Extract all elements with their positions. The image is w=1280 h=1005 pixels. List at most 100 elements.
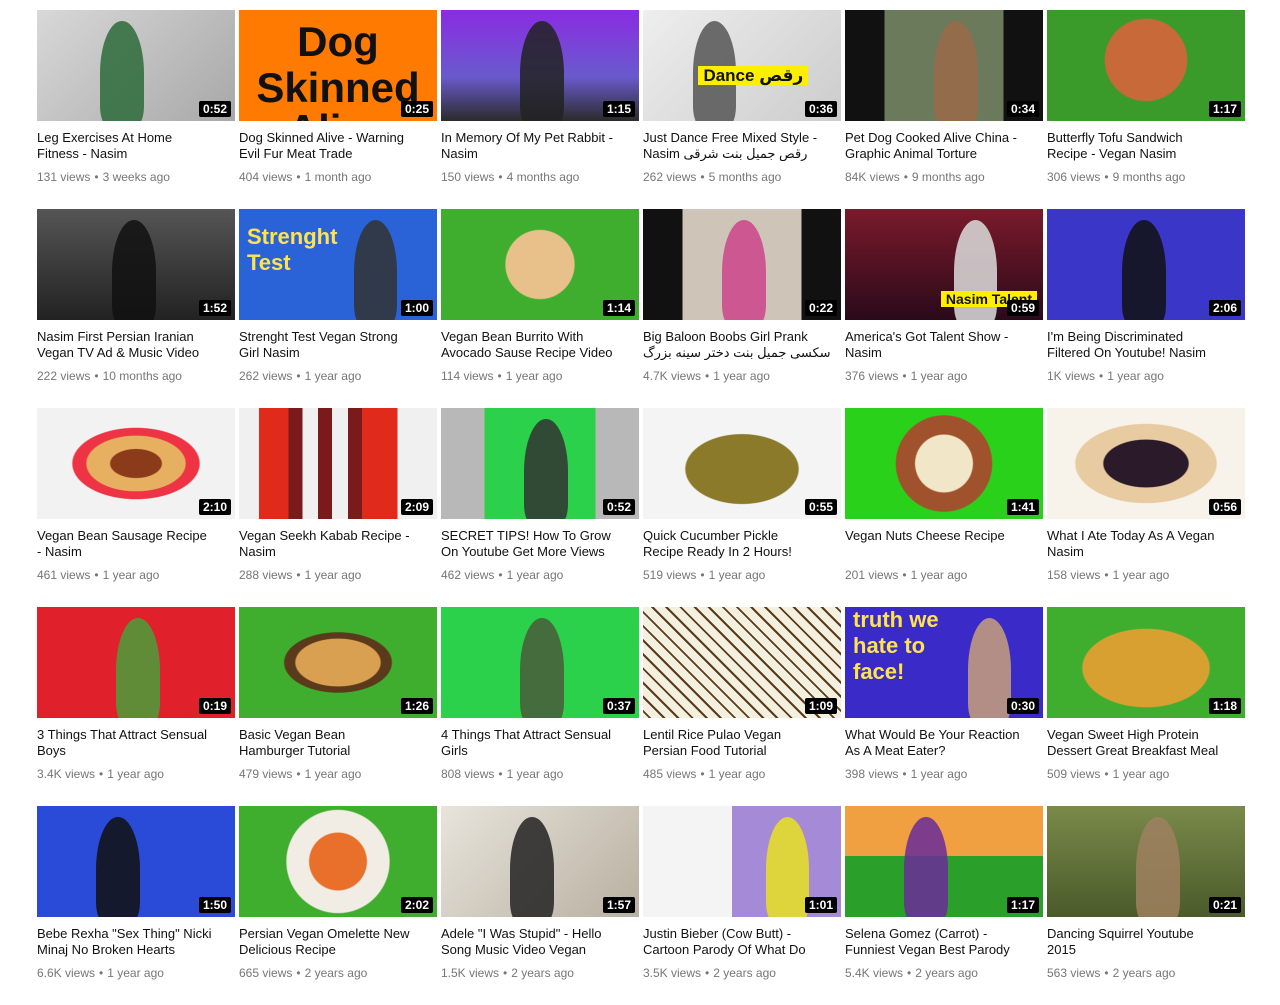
video-thumbnail[interactable]: 2:10 (37, 408, 235, 519)
video-card-7[interactable]: 1:52 Nasim First Persian Iranian Vegan T… (37, 209, 235, 408)
video-title[interactable]: Pet Dog Cooked Alive China - Graphic Ani… (845, 130, 1043, 161)
video-thumbnail[interactable]: truth we hate to face! 0:30 (845, 607, 1043, 718)
video-thumbnail[interactable]: 0:52 (441, 408, 639, 519)
video-card-9[interactable]: 1:14 Vegan Bean Burrito With Avocado Sau… (441, 209, 639, 408)
video-card-26[interactable]: 2:02 Persian Vegan Omelette New Deliciou… (239, 806, 437, 1005)
video-card-20[interactable]: 1:26 Basic Vegan Bean Hamburger Tutorial… (239, 607, 437, 806)
video-thumbnail[interactable]: 0:21 (1047, 806, 1245, 917)
video-thumbnail[interactable]: Strenght Test 1:00 (239, 209, 437, 320)
view-count: 84K views (845, 170, 900, 184)
meta-separator: • (1104, 170, 1109, 184)
video-thumbnail[interactable]: 1:15 (441, 10, 639, 121)
video-thumbnail[interactable]: DogSkinned Alive 0:25 (239, 10, 437, 121)
video-card-10[interactable]: 0:22 Big Baloon Boobs Girl Prank سکسی جم… (643, 209, 841, 408)
video-thumbnail[interactable]: 1:26 (239, 607, 437, 718)
video-thumbnail[interactable]: 0:34 (845, 10, 1043, 121)
video-thumbnail[interactable]: 1:50 (37, 806, 235, 917)
video-card-2[interactable]: DogSkinned Alive 0:25 Dog Skinned Alive … (239, 10, 437, 209)
video-title[interactable]: Vegan Sweet High Protein Dessert Great B… (1047, 727, 1245, 758)
video-card-23[interactable]: truth we hate to face! 0:30 What Would Be … (845, 607, 1043, 806)
video-title[interactable]: Butterfly Tofu Sandwich Recipe - Vegan N… (1047, 130, 1245, 161)
video-card-13[interactable]: 2:10 Vegan Bean Sausage Recipe - Nasim 4… (37, 408, 235, 607)
video-thumbnail[interactable]: 1:17 (1047, 10, 1245, 121)
video-title[interactable]: In Memory Of My Pet Rabbit - Nasim (441, 130, 639, 161)
video-card-8[interactable]: Strenght Test 1:00 Strenght Test Vegan St… (239, 209, 437, 408)
video-title[interactable]: SECRET TIPS! How To Grow On Youtube Get … (441, 528, 639, 559)
video-title[interactable]: 4 Things That Attract Sensual Girls (441, 727, 639, 758)
video-title[interactable]: What I Ate Today As A Vegan Nasim (1047, 528, 1245, 559)
video-thumbnail[interactable]: 0:56 (1047, 408, 1245, 519)
video-thumbnail[interactable]: 1:18 (1047, 607, 1245, 718)
video-title[interactable]: America's Got Talent Show - Nasim (845, 329, 1043, 360)
video-thumbnail[interactable]: 1:41 (845, 408, 1043, 519)
video-title[interactable]: Dancing Squirrel Youtube 2015 (1047, 926, 1245, 957)
video-title[interactable]: Dog Skinned Alive - Warning Evil Fur Mea… (239, 130, 437, 161)
video-thumbnail[interactable]: Dance رقص 0:36 (643, 10, 841, 121)
video-title[interactable]: Vegan Bean Burrito With Avocado Sause Re… (441, 329, 639, 360)
video-title[interactable]: Adele "I Was Stupid" - Hello Song Music … (441, 926, 639, 957)
video-thumbnail[interactable]: 0:52 (37, 10, 235, 121)
video-card-11[interactable]: Nasim Talent 0:59 America's Got Talent S… (845, 209, 1043, 408)
video-card-15[interactable]: 0:52 SECRET TIPS! How To Grow On Youtube… (441, 408, 639, 607)
video-card-3[interactable]: 1:15 In Memory Of My Pet Rabbit - Nasim … (441, 10, 639, 209)
video-card-4[interactable]: Dance رقص 0:36 Just Dance Free Mixed Sty… (643, 10, 841, 209)
video-card-27[interactable]: 1:57 Adele "I Was Stupid" - Hello Song M… (441, 806, 639, 1005)
video-thumbnail[interactable]: 0:37 (441, 607, 639, 718)
video-card-25[interactable]: 1:50 Bebe Rexha "Sex Thing" Nicki Minaj … (37, 806, 235, 1005)
video-thumbnail[interactable]: Nasim Talent 0:59 (845, 209, 1043, 320)
video-thumbnail[interactable]: 2:06 (1047, 209, 1245, 320)
video-title[interactable]: Selena Gomez (Carrot) - Funniest Vegan B… (845, 926, 1043, 957)
video-title[interactable]: Quick Cucumber Pickle Recipe Ready In 2 … (643, 528, 841, 559)
video-title[interactable]: What Would Be Your Reaction As A Meat Ea… (845, 727, 1043, 758)
video-title[interactable]: Vegan Seekh Kabab Recipe - Nasim (239, 528, 437, 559)
video-title[interactable]: Just Dance Free Mixed Style - Nasim رقص … (643, 130, 841, 161)
video-card-24[interactable]: 1:18 Vegan Sweet High Protein Dessert Gr… (1047, 607, 1245, 806)
video-thumbnail[interactable]: 2:09 (239, 408, 437, 519)
video-card-21[interactable]: 0:37 4 Things That Attract Sensual Girls… (441, 607, 639, 806)
video-card-5[interactable]: 0:34 Pet Dog Cooked Alive China - Graphi… (845, 10, 1043, 209)
video-thumbnail[interactable]: 1:09 (643, 607, 841, 718)
video-thumbnail[interactable]: 2:02 (239, 806, 437, 917)
video-card-1[interactable]: 0:52 Leg Exercises At Home Fitness - Nas… (37, 10, 235, 209)
video-thumbnail[interactable]: 0:19 (37, 607, 235, 718)
video-title[interactable]: Persian Vegan Omelette New Delicious Rec… (239, 926, 437, 957)
video-card-14[interactable]: 2:09 Vegan Seekh Kabab Recipe - Nasim 28… (239, 408, 437, 607)
video-card-28[interactable]: 1:01 Justin Bieber (Cow Butt) - Cartoon … (643, 806, 841, 1005)
upload-age: 1 year ago (1107, 369, 1164, 383)
upload-age: 2 years ago (511, 966, 574, 980)
video-title[interactable]: Leg Exercises At Home Fitness - Nasim (37, 130, 235, 161)
video-title[interactable]: Vegan Bean Sausage Recipe - Nasim (37, 528, 235, 559)
video-thumbnail[interactable]: 1:17 (845, 806, 1043, 917)
video-card-17[interactable]: 1:41 Vegan Nuts Cheese Recipe 201 views •… (845, 408, 1043, 607)
video-title[interactable]: 3 Things That Attract Sensual Boys (37, 727, 235, 758)
view-count: 222 views (37, 369, 91, 383)
video-card-12[interactable]: 2:06 I'm Being Discriminated Filtered On… (1047, 209, 1245, 408)
video-thumbnail[interactable]: 1:01 (643, 806, 841, 917)
video-title[interactable]: Big Baloon Boobs Girl Prank سکسی جمیل بن… (643, 329, 841, 360)
video-card-19[interactable]: 0:19 3 Things That Attract Sensual Boys … (37, 607, 235, 806)
video-title[interactable]: Bebe Rexha "Sex Thing" Nicki Minaj No Br… (37, 926, 235, 957)
video-meta: 404 views • 1 month ago (239, 170, 437, 184)
video-title[interactable]: Lentil Rice Pulao Vegan Persian Food Tut… (643, 727, 841, 758)
video-title[interactable]: I'm Being Discriminated Filtered On Yout… (1047, 329, 1245, 360)
video-thumbnail[interactable]: 1:52 (37, 209, 235, 320)
video-card-16[interactable]: 0:55 Quick Cucumber Pickle Recipe Ready … (643, 408, 841, 607)
video-title[interactable]: Justin Bieber (Cow Butt) - Cartoon Parod… (643, 926, 841, 957)
video-title[interactable]: Vegan Nuts Cheese Recipe (845, 528, 1043, 559)
video-meta: 485 views • 1 year ago (643, 767, 841, 781)
video-card-6[interactable]: 1:17 Butterfly Tofu Sandwich Recipe - Ve… (1047, 10, 1245, 209)
video-thumbnail[interactable]: 1:57 (441, 806, 639, 917)
video-thumbnail[interactable]: 1:14 (441, 209, 639, 320)
video-thumbnail[interactable]: 0:22 (643, 209, 841, 320)
video-title[interactable]: Basic Vegan Bean Hamburger Tutorial (239, 727, 437, 758)
video-card-29[interactable]: 1:17 Selena Gomez (Carrot) - Funniest Ve… (845, 806, 1043, 1005)
video-thumbnail[interactable]: 0:55 (643, 408, 841, 519)
video-meta: 201 views • 1 year ago (845, 568, 1043, 582)
upload-age: 2 years ago (915, 966, 978, 980)
video-card-30[interactable]: 0:21 Dancing Squirrel Youtube 2015 563 v… (1047, 806, 1245, 1005)
video-title[interactable]: Nasim First Persian Iranian Vegan TV Ad … (37, 329, 235, 360)
video-title[interactable]: Strenght Test Vegan Strong Girl Nasim (239, 329, 437, 360)
video-card-22[interactable]: 1:09 Lentil Rice Pulao Vegan Persian Foo… (643, 607, 841, 806)
video-meta: 1.5K views • 2 years ago (441, 966, 639, 980)
video-card-18[interactable]: 0:56 What I Ate Today As A Vegan Nasim 1… (1047, 408, 1245, 607)
